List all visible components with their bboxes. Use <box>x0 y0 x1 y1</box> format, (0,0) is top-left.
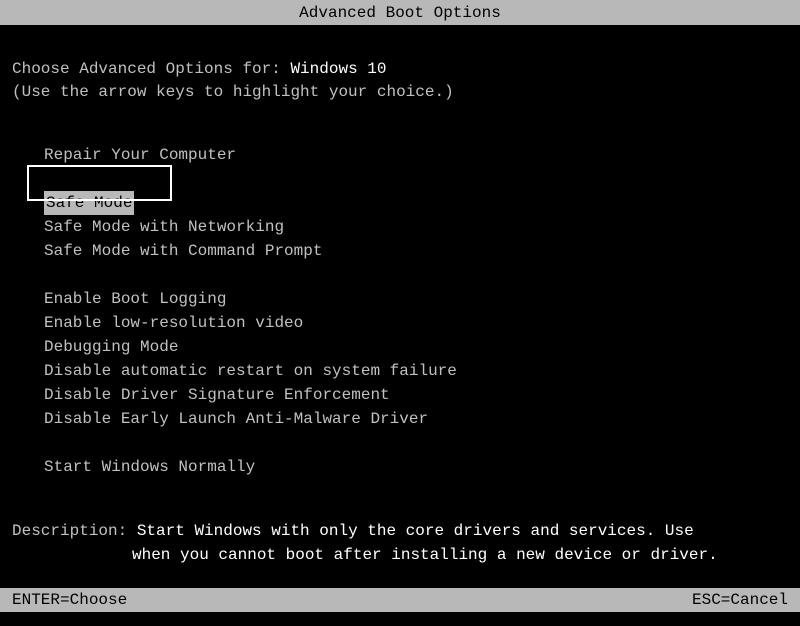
content-area: Choose Advanced Options for: Windows 10 … <box>0 59 800 567</box>
option-disable-driver-sig[interactable]: Disable Driver Signature Enforcement <box>44 383 788 407</box>
option-disable-elam[interactable]: Disable Early Launch Anti-Malware Driver <box>44 407 788 431</box>
boot-option-list[interactable]: Repair Your Computer Safe Mode Safe Mode… <box>12 143 788 479</box>
title-text: Advanced Boot Options <box>299 4 501 22</box>
option-safe-mode-cmd[interactable]: Safe Mode with Command Prompt <box>44 239 788 263</box>
footer-bar: ENTER=Choose ESC=Cancel <box>0 588 800 612</box>
os-name: Windows 10 <box>290 60 386 78</box>
instruction-line: (Use the arrow keys to highlight your ch… <box>12 82 788 103</box>
description-line2: when you cannot boot after installing a … <box>12 543 788 567</box>
option-repair[interactable]: Repair Your Computer <box>44 143 788 167</box>
prompt-line: Choose Advanced Options for: Windows 10 <box>12 59 788 80</box>
description-label: Description: <box>12 522 137 540</box>
option-safe-mode[interactable]: Safe Mode <box>44 191 134 215</box>
blank-line <box>44 167 788 191</box>
option-debugging[interactable]: Debugging Mode <box>44 335 788 359</box>
title-bar: Advanced Boot Options <box>0 0 800 25</box>
blank-line <box>44 431 788 455</box>
footer-enter: ENTER=Choose <box>12 591 127 609</box>
description-line1: Start Windows with only the core drivers… <box>137 522 694 540</box>
prompt-prefix: Choose Advanced Options for: <box>12 60 290 78</box>
footer-esc: ESC=Cancel <box>692 591 788 609</box>
description-block: Description: Start Windows with only the… <box>12 519 788 567</box>
option-safe-mode-networking[interactable]: Safe Mode with Networking <box>44 215 788 239</box>
option-start-normally[interactable]: Start Windows Normally <box>44 455 788 479</box>
blank-line <box>44 263 788 287</box>
option-low-res[interactable]: Enable low-resolution video <box>44 311 788 335</box>
option-disable-restart[interactable]: Disable automatic restart on system fail… <box>44 359 788 383</box>
option-boot-logging[interactable]: Enable Boot Logging <box>44 287 788 311</box>
